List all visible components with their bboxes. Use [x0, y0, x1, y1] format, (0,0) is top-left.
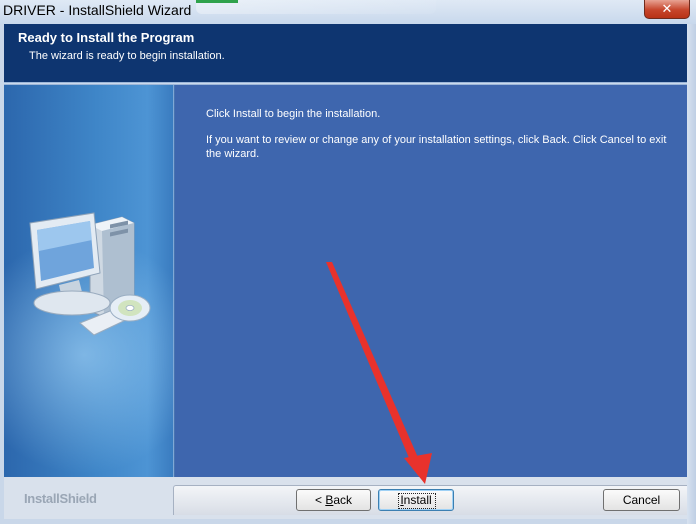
page-subtitle: The wizard is ready to begin installatio… — [29, 50, 225, 62]
focus-rectangle — [398, 493, 436, 509]
back-button[interactable]: < Back — [296, 489, 371, 511]
back-button-label: ack — [333, 493, 353, 507]
background-window-accent — [196, 0, 238, 3]
window-frame-right — [687, 24, 696, 524]
wizard-side-graphic — [4, 85, 173, 477]
wizard-footer: InstallShield < Back Install Cancel — [4, 477, 687, 519]
help-text: If you want to review or change any of y… — [206, 134, 667, 160]
installshield-logo: InstallShield — [24, 491, 97, 506]
wizard-content: Click Install to begin the installation.… — [175, 85, 687, 477]
cancel-button-label: Cancel — [622, 493, 661, 507]
computer-illustration-icon — [29, 212, 151, 336]
close-icon: ✕ — [661, 2, 673, 17]
page-title: Ready to Install the Program — [18, 30, 195, 45]
cancel-button[interactable]: Cancel — [603, 489, 680, 511]
close-button[interactable]: ✕ — [644, 0, 690, 19]
instruction-text: Click Install to begin the installation. — [206, 108, 381, 120]
install-button[interactable]: Install — [378, 489, 454, 511]
title-bar: DRIVER - InstallShield Wizard ✕ — [0, 0, 696, 24]
wizard-header: Ready to Install the Program The wizard … — [4, 24, 687, 82]
window-title: DRIVER - InstallShield Wizard — [3, 2, 192, 18]
back-button-prefix: < — [314, 493, 326, 507]
